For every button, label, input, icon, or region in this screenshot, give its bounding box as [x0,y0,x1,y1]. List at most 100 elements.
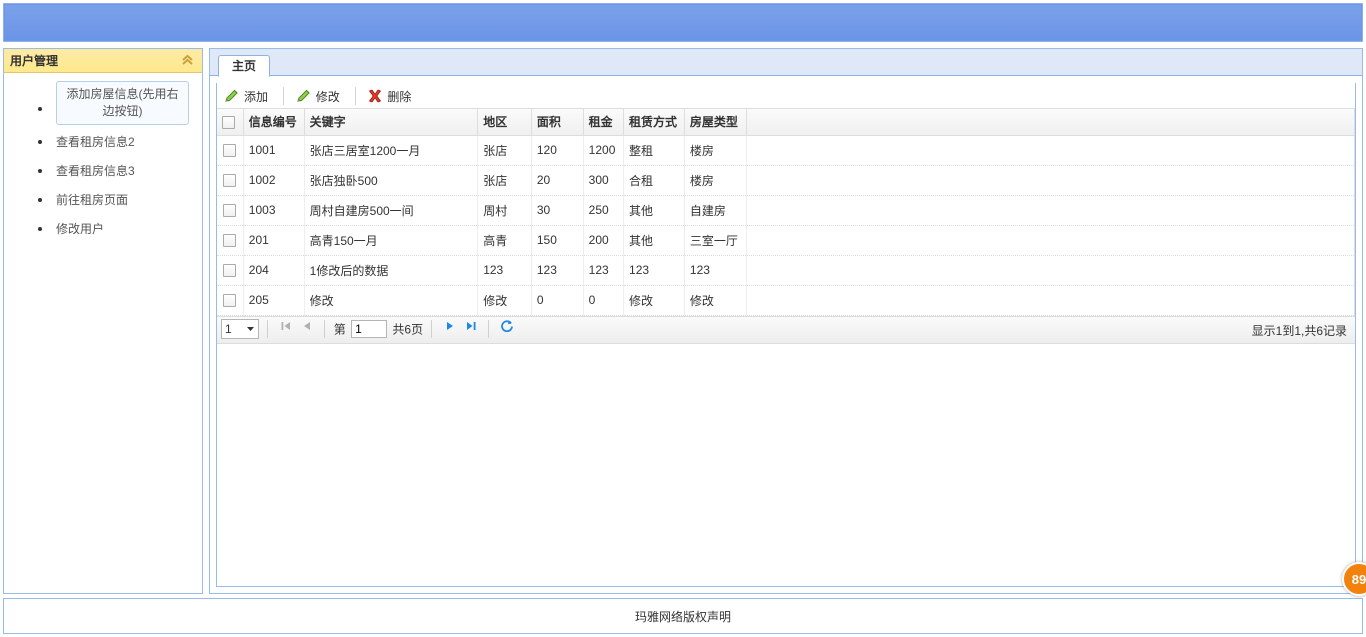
cell-keyword: 高青150一月 [304,225,478,255]
cell-size: 0 [531,285,583,315]
row-checkbox[interactable] [223,204,236,217]
cell-size: 123 [531,255,583,285]
column-header-rent[interactable]: 租金 [583,109,623,135]
table-row[interactable]: 2041修改后的数据123123123123123 [217,255,1355,285]
select-all-checkbox[interactable] [222,116,235,129]
cell-size: 150 [531,225,583,255]
sidebar-title: 用户管理 [10,54,58,68]
cell-keyword: 修改 [304,285,478,315]
column-header-id[interactable]: 信息编号 [243,109,304,135]
row-checkbox[interactable] [223,264,236,277]
column-header-keyword[interactable]: 关键字 [304,109,478,135]
sidebar-item-edit-user[interactable]: 修改用户 [38,218,202,241]
pager-separator [324,320,325,338]
edit-button[interactable]: 修改 [292,85,347,107]
pager-separator [431,320,432,338]
top-header-bar [3,3,1363,42]
table-row[interactable]: 1001张店三居室1200一月张店1201200整租楼房 [217,135,1355,165]
sidebar-item-goto-rent-page[interactable]: 前往租房页面 [38,189,202,212]
page-size-select[interactable]: 1 [221,319,259,339]
page-size-value: 1 [225,322,232,336]
cell-area: 修改 [478,285,532,315]
sidebar-panel: 用户管理 添加房屋信息(先用右边按钮) 查看租房信息2 查看租房信息3 前往租房… [3,48,203,594]
cell-filler [747,255,1355,285]
column-header-area[interactable]: 地区 [478,109,532,135]
table-row[interactable]: 201高青150一月高青150200其他三室一厅 [217,225,1355,255]
pager-separator [267,320,268,338]
refresh-icon[interactable] [498,319,516,339]
column-header-lease[interactable]: 租赁方式 [624,109,685,135]
add-button[interactable]: 添加 [220,85,275,107]
cell-area: 张店 [478,165,532,195]
sidebar-item-label[interactable]: 前往租房页面 [56,193,128,207]
cell-keyword: 1修改后的数据 [304,255,478,285]
page-number-input[interactable] [351,320,387,338]
page-prefix-label: 第 [334,322,346,336]
table-row[interactable]: 1002张店独卧500张店20300合租楼房 [217,165,1355,195]
cell-lease: 整租 [624,135,685,165]
footer-text: 玛雅网络版权声明 [635,608,731,625]
cell-keyword: 张店三居室1200一月 [304,135,478,165]
sidebar-item-label[interactable]: 查看租房信息2 [56,135,135,149]
row-select-cell[interactable] [217,135,243,165]
last-page-icon[interactable] [462,319,480,339]
sidebar-item-label[interactable]: 查看租房信息3 [56,164,135,178]
edit-button-label: 修改 [316,88,340,105]
sidebar-item-view-rent-3[interactable]: 查看租房信息3 [38,160,202,183]
first-page-icon[interactable] [277,319,295,339]
row-select-cell[interactable] [217,285,243,315]
tab-home[interactable]: 主页 [218,55,270,77]
cell-size: 120 [531,135,583,165]
select-all-header-cell[interactable] [217,109,243,135]
cell-lease: 其他 [624,195,685,225]
cell-lease: 修改 [624,285,685,315]
chevron-double-up-icon[interactable] [179,52,196,69]
row-select-cell[interactable] [217,225,243,255]
datagrid-header: 信息编号 关键字 地区 面积 租金 租赁方式 房屋类型 [217,109,1355,135]
delete-button[interactable]: 删除 [363,85,418,107]
red-cross-delete-icon [366,88,384,104]
cell-lease: 123 [624,255,685,285]
prev-page-icon[interactable] [298,319,316,339]
row-checkbox[interactable] [223,294,236,307]
row-select-cell[interactable] [217,255,243,285]
cell-id: 201 [243,225,304,255]
grid-toolbar: 添加 修改 删除 [217,83,1355,109]
row-select-cell[interactable] [217,195,243,225]
toolbar-separator [355,87,356,105]
row-select-cell[interactable] [217,165,243,195]
row-checkbox[interactable] [223,144,236,157]
table-row[interactable]: 1003周村自建房500一间周村30250其他自建房 [217,195,1355,225]
cell-lease: 合租 [624,165,685,195]
pager-separator [488,320,489,338]
row-checkbox[interactable] [223,234,236,247]
cell-size: 30 [531,195,583,225]
row-checkbox[interactable] [223,174,236,187]
cell-id: 1001 [243,135,304,165]
cell-id: 1002 [243,165,304,195]
cell-filler [747,285,1355,315]
cell-house-type: 自建房 [684,195,746,225]
cell-size: 20 [531,165,583,195]
column-header-house-type[interactable]: 房屋类型 [684,109,746,135]
table-row[interactable]: 205修改修改00修改修改 [217,285,1355,315]
sidebar-item-label[interactable]: 修改用户 [56,222,104,236]
cell-filler [747,135,1355,165]
sidebar-menu-list: 添加房屋信息(先用右边按钮) 查看租房信息2 查看租房信息3 前往租房页面 修改… [4,81,202,241]
next-page-icon[interactable] [441,319,459,339]
sidebar-item-view-rent-2[interactable]: 查看租房信息2 [38,131,202,154]
sidebar-item-label[interactable]: 添加房屋信息(先用右边按钮) [56,81,189,125]
sidebar-item-add-house[interactable]: 添加房屋信息(先用右边按钮) [38,81,202,125]
delete-button-label: 删除 [387,88,411,105]
add-button-label: 添加 [244,88,268,105]
pagination-info: 显示1到1,共6记录 [1252,317,1347,345]
footer-panel: 玛雅网络版权声明 [3,598,1363,634]
chevron-down-icon [246,322,255,336]
tab-strip: 主页 [210,49,1362,76]
top-header-background [5,5,1361,40]
cell-id: 1003 [243,195,304,225]
cell-filler [747,165,1355,195]
cell-filler [747,195,1355,225]
pagination-bar: 1 第 共6页 [217,316,1355,344]
column-header-size[interactable]: 面积 [531,109,583,135]
